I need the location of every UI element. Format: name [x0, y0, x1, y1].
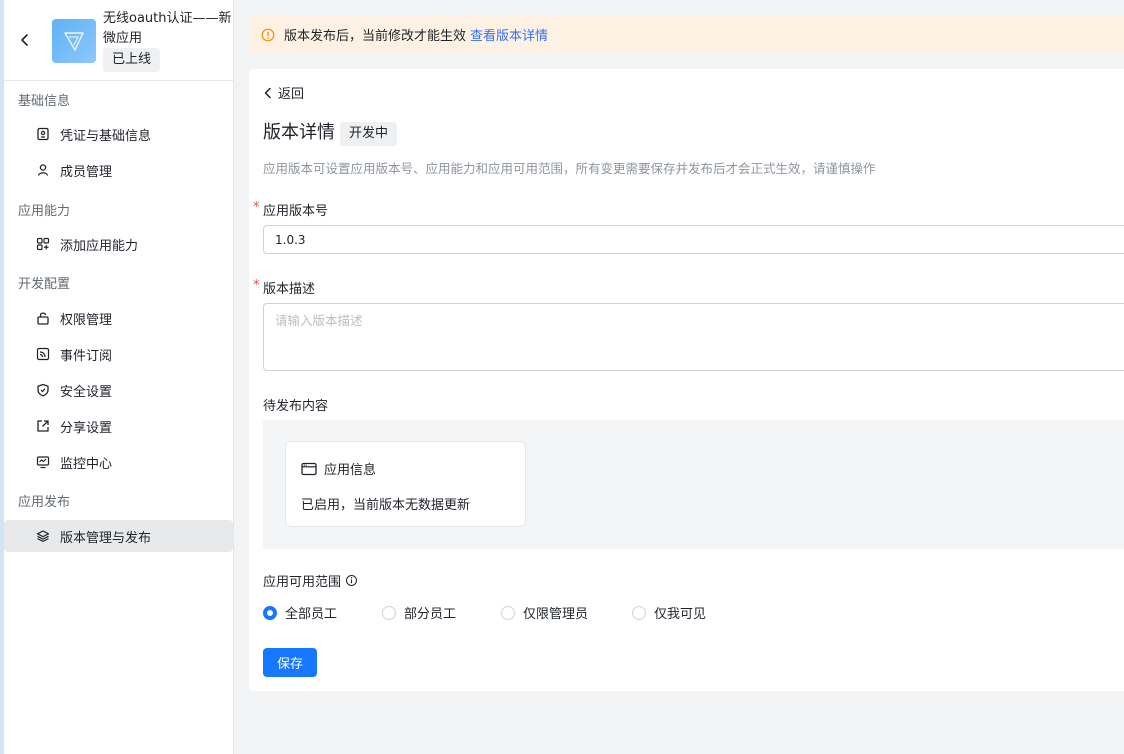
- app-info-card-title: 应用信息: [301, 459, 376, 478]
- radio-label: 全部员工: [285, 607, 338, 622]
- app-name: 无线oauth认证——新微应用: [103, 11, 232, 46]
- scope-option-admins-only[interactable]: 仅限管理员: [501, 603, 588, 622]
- sidebar-item-label: 事件订阅: [60, 348, 113, 364]
- app-status-badge: 已上线: [103, 48, 161, 72]
- pending-content-panel: 应用信息 已启用，当前版本无数据更新: [263, 420, 1124, 549]
- version-detail-card: 返回 版本详情 开发中 应用版本可设置应用版本号、应用能力和应用可用范围，所有变…: [249, 69, 1124, 691]
- sidebar-item-label: 监控中心: [60, 456, 113, 472]
- version-number-input[interactable]: [263, 225, 1124, 254]
- window-icon: [301, 462, 317, 475]
- user-icon: [37, 164, 49, 176]
- save-button[interactable]: 保存: [263, 648, 317, 677]
- monitor-icon: [36, 456, 50, 469]
- version-number-label-text: 应用版本号: [263, 204, 329, 219]
- version-status-badge: 开发中: [340, 122, 398, 146]
- share-icon: [37, 420, 49, 432]
- version-number-label: * 应用版本号: [253, 200, 329, 219]
- sidebar-item-share[interactable]: 分享设置: [4, 410, 233, 442]
- page-description: 应用版本可设置应用版本号、应用能力和应用可用范围，所有变更需要保存并发布后才会正…: [263, 161, 876, 176]
- scope-option-only-me[interactable]: 仅我可见: [632, 603, 706, 622]
- sidebar-item-add-capability[interactable]: 添加应用能力: [4, 228, 233, 260]
- sidebar-item-label: 权限管理: [60, 312, 113, 328]
- version-desc-label-text: 版本描述: [263, 282, 316, 297]
- back-label: 返回: [278, 87, 305, 102]
- app-info-card-title-text: 应用信息: [324, 463, 377, 478]
- availability-scope-label-text: 应用可用范围: [263, 575, 342, 590]
- view-version-details-link[interactable]: 查看版本详情: [470, 25, 548, 44]
- app-info-card[interactable]: 应用信息 已启用，当前版本无数据更新: [285, 441, 526, 527]
- release-notice-banner: 版本发布后，当前修改才能生效 查看版本详情: [249, 15, 1124, 54]
- back-link[interactable]: 返回: [263, 83, 304, 102]
- radio-label: 仅我可见: [654, 607, 707, 622]
- back-chevron-icon[interactable]: [18, 32, 32, 48]
- radio-label: 部分员工: [404, 607, 457, 622]
- radio-label: 仅限管理员: [523, 607, 589, 622]
- lock-icon: [37, 312, 49, 325]
- sidebar-item-monitor[interactable]: 监控中心: [4, 446, 233, 478]
- required-mark: *: [253, 200, 260, 215]
- sidebar: 无线oauth认证——新微应用 已上线 基础信息 凭证与基础信息 成员管理 应用…: [0, 0, 234, 754]
- radio-button[interactable]: [382, 605, 396, 620]
- sidebar-item-permissions[interactable]: 权限管理: [4, 302, 233, 334]
- app-header: 无线oauth认证——新微应用 已上线: [4, 0, 233, 81]
- banner-text: 版本发布后，当前修改才能生效: [284, 29, 467, 44]
- radio-button[interactable]: [632, 605, 646, 620]
- sidebar-item-events[interactable]: 事件订阅: [4, 338, 233, 370]
- page-title: 版本详情: [263, 122, 335, 143]
- app-info-card-text: 已启用，当前版本无数据更新: [301, 498, 471, 513]
- sidebar-item-version-release[interactable]: 版本管理与发布: [4, 520, 233, 552]
- app-logo-icon: [52, 19, 96, 63]
- sidebar-item-members[interactable]: 成员管理: [4, 154, 233, 186]
- availability-scope-label: 应用可用范围: [263, 571, 358, 590]
- nav-group-basic: 基础信息: [18, 94, 71, 109]
- info-warning-icon: [261, 28, 275, 41]
- info-icon[interactable]: [345, 574, 358, 587]
- version-desc-textarea[interactable]: [263, 303, 1124, 371]
- sidebar-item-security[interactable]: 安全设置: [4, 374, 233, 406]
- nav-group-release: 应用发布: [18, 495, 71, 510]
- pending-content-label: 待发布内容: [263, 399, 329, 414]
- rss-icon: [36, 347, 50, 361]
- scope-option-all-employees[interactable]: 全部员工: [263, 603, 337, 622]
- grid-plus-icon: [36, 237, 50, 251]
- sidebar-item-credentials[interactable]: 凭证与基础信息: [4, 118, 233, 150]
- sidebar-item-label: 分享设置: [60, 420, 113, 436]
- chevron-left-icon: [264, 87, 271, 98]
- scope-option-some-employees[interactable]: 部分员工: [382, 603, 456, 622]
- layers-icon: [36, 530, 50, 542]
- nav-group-dev-config: 开发配置: [18, 277, 71, 292]
- radio-button[interactable]: [501, 605, 515, 620]
- sidebar-item-label: 添加应用能力: [60, 238, 139, 254]
- version-desc-label: * 版本描述: [253, 278, 316, 297]
- shield-icon: [37, 383, 49, 397]
- sidebar-item-label: 成员管理: [60, 164, 113, 180]
- nav-group-capability: 应用能力: [18, 204, 71, 219]
- sidebar-item-label: 凭证与基础信息: [60, 128, 152, 144]
- credential-icon: [37, 127, 49, 141]
- sidebar-item-label: 安全设置: [60, 384, 113, 400]
- sidebar-item-label: 版本管理与发布: [60, 530, 152, 546]
- radio-button-checked[interactable]: [263, 605, 277, 620]
- required-mark: *: [253, 278, 260, 293]
